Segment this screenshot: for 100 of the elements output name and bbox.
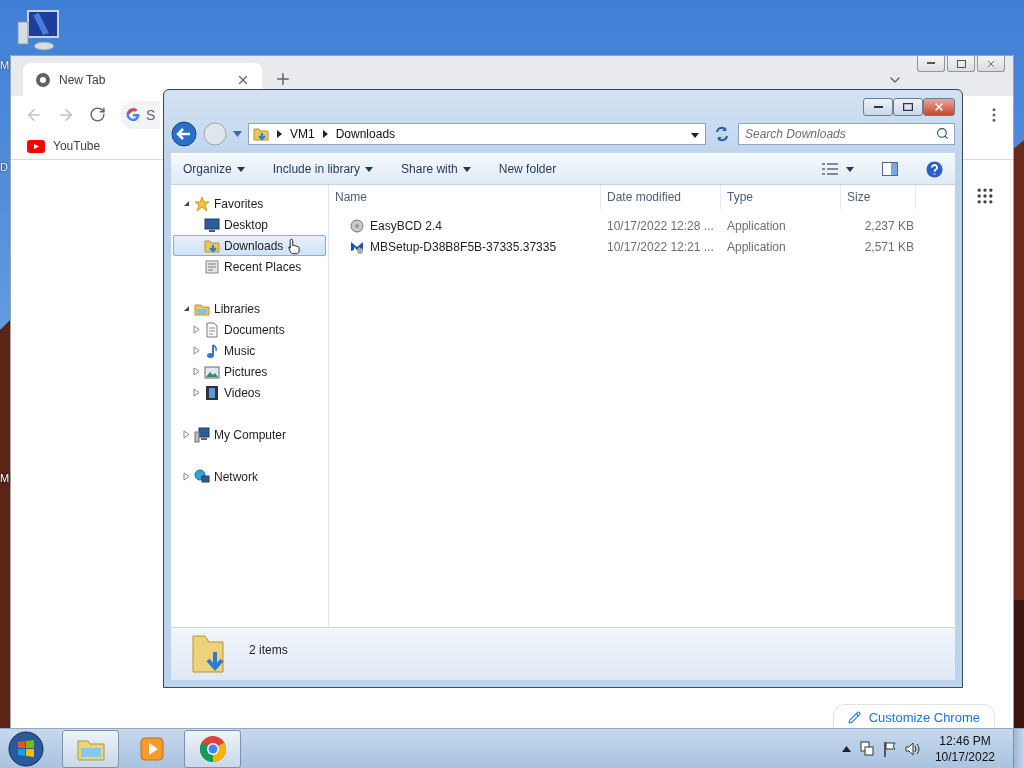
reload-icon[interactable] [89, 106, 106, 123]
pencil-icon [847, 710, 861, 724]
speaker-icon [904, 740, 921, 757]
help-icon [926, 160, 943, 178]
size-cell-text: 2,237 KB [863, 218, 915, 233]
picture-icon [204, 363, 220, 380]
file-name: EasyBCD 2.4 [370, 218, 443, 233]
maximize-button[interactable] [893, 98, 923, 116]
search-field[interactable]: Search Downloads [738, 123, 955, 145]
collapsed-arrow-icon[interactable] [192, 325, 200, 334]
computer-icon[interactable] [14, 8, 62, 52]
date-cell-text: 10/17/2022 12:28 ... [606, 218, 715, 233]
item-count: 2 items [249, 643, 288, 657]
address-field[interactable]: S [120, 100, 160, 129]
collapsed-arrow-icon[interactable] [192, 367, 200, 376]
type-cell-text: Application [726, 239, 787, 254]
computer-icon [194, 426, 210, 443]
apps-grid-icon[interactable] [975, 186, 995, 206]
collapsed-arrow-icon[interactable] [182, 430, 190, 439]
breadcrumb-arrow-icon [322, 130, 328, 138]
collapsed-arrow-icon[interactable] [182, 472, 190, 481]
caret-icon [846, 166, 854, 172]
star-icon [194, 195, 210, 212]
close-button[interactable] [977, 56, 1005, 72]
nav-item[interactable]: My Computer [173, 424, 326, 445]
document-icon [204, 321, 220, 338]
column-header[interactable]: Name [329, 185, 601, 209]
column-header[interactable]: Date modified [601, 185, 721, 209]
nav-item[interactable]: Desktop [173, 214, 326, 235]
expanded-arrow-icon[interactable] [182, 200, 190, 207]
browser-icon [35, 71, 51, 88]
nav-item[interactable]: Downloads [173, 235, 326, 256]
new-tab-icon[interactable] [274, 70, 292, 88]
recent-places-icon [204, 258, 220, 275]
desktop-icon-label[interactable]: M [0, 59, 10, 72]
nav-item[interactable]: Music [173, 340, 326, 361]
expanded-arrow-icon[interactable] [182, 305, 190, 312]
nav-item[interactable]: Documents [173, 319, 326, 340]
minimize-icon [927, 62, 935, 65]
search-icon[interactable] [936, 127, 949, 140]
download-folder-icon [204, 237, 220, 254]
nav-item[interactable]: Libraries [173, 298, 326, 319]
music-note-icon [204, 342, 220, 359]
minimize-button[interactable] [917, 56, 945, 72]
clock[interactable]: 12:46 PM 10/17/2022 [934, 732, 995, 765]
recent-pages-caret-icon [233, 131, 242, 137]
close-icon [986, 58, 996, 69]
maximize-button[interactable] [947, 56, 975, 72]
close-icon [933, 101, 945, 113]
flag-icon [882, 740, 897, 757]
bookmark-link[interactable]: YouTube [27, 139, 101, 153]
start-button[interactable] [6, 729, 46, 768]
show-hidden-icons-icon [841, 745, 851, 752]
browser-icon [197, 733, 228, 764]
minimize-icon [873, 105, 883, 109]
customize-button[interactable]: Customize Chrome [832, 704, 995, 729]
file-name: MBSetup-D38B8F5B-37335.37335 [370, 239, 557, 254]
breadcrumb-item[interactable]: Downloads [335, 127, 396, 141]
size-cell-text: 2,571 KB [863, 239, 915, 254]
google-icon [126, 107, 140, 122]
close-button[interactable] [923, 98, 955, 116]
film-icon [204, 384, 220, 401]
command-button[interactable]: Share with [401, 162, 471, 176]
command-button[interactable]: New folder [498, 162, 557, 176]
type-cell-text: Application [726, 218, 787, 233]
breadcrumb-item[interactable]: VM1 [290, 127, 315, 141]
nav-item[interactable]: Favorites [173, 193, 326, 214]
file-row[interactable]: MBSetup-D38B8F5B-37335.37335 10/17/2022 12:21 ... Application 2,571 KB [329, 236, 955, 257]
nav-item[interactable]: Network [173, 466, 326, 487]
nav-item[interactable]: Pictures [173, 361, 326, 382]
show-desktop-button[interactable] [1013, 728, 1024, 768]
installer-icon [349, 217, 365, 234]
download-folder-icon [253, 126, 269, 142]
column-header[interactable]: Size [841, 185, 916, 209]
command-button[interactable]: Include in library [272, 162, 374, 176]
column-header[interactable]: Type [721, 185, 841, 209]
view-list-icon [822, 163, 838, 175]
maximize-icon [903, 103, 913, 111]
monitor-icon [204, 216, 220, 233]
maximize-icon [956, 59, 966, 68]
collapsed-arrow-icon[interactable] [192, 346, 200, 355]
breadcrumb-arrow-icon [277, 130, 282, 138]
network-icon [194, 468, 210, 485]
taskbar-app[interactable] [62, 729, 119, 768]
taskbar-app[interactable] [184, 729, 241, 768]
nav-item[interactable]: Videos [173, 382, 326, 403]
browser-tab[interactable]: New Tab [23, 63, 262, 96]
command-button[interactable]: Organize [183, 162, 245, 176]
network-icon [858, 740, 875, 757]
address-bar[interactable]: VM1 Downloads [248, 123, 706, 145]
hand-cursor-icon [288, 238, 300, 255]
video-play-icon [27, 139, 45, 153]
nav-item[interactable]: Recent Places [173, 256, 326, 277]
collapsed-arrow-icon[interactable] [192, 388, 200, 397]
minimize-button[interactable] [863, 98, 893, 116]
file-row[interactable]: EasyBCD 2.4 10/17/2022 12:28 ... Application 2,237 KB [329, 215, 955, 236]
date-cell-text: 10/17/2022 12:21 ... [606, 239, 715, 254]
back-icon [171, 121, 197, 147]
preview-pane-icon [882, 162, 898, 176]
desktop-icon-label[interactable]: M [0, 472, 10, 485]
